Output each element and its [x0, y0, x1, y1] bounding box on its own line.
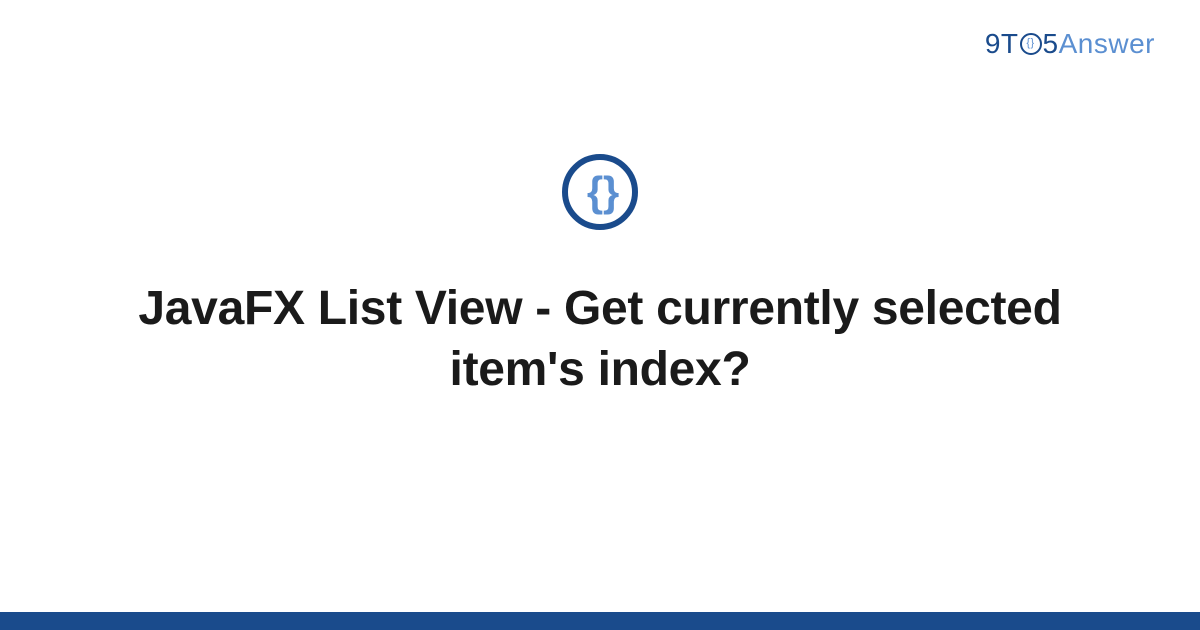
topic-icon-badge: { }: [562, 154, 638, 230]
main-content: { } JavaFX List View - Get currently sel…: [0, 0, 1200, 630]
page-title: JavaFX List View - Get currently selecte…: [120, 278, 1080, 401]
footer-accent-bar: [0, 612, 1200, 630]
code-braces-icon: { }: [587, 171, 613, 213]
